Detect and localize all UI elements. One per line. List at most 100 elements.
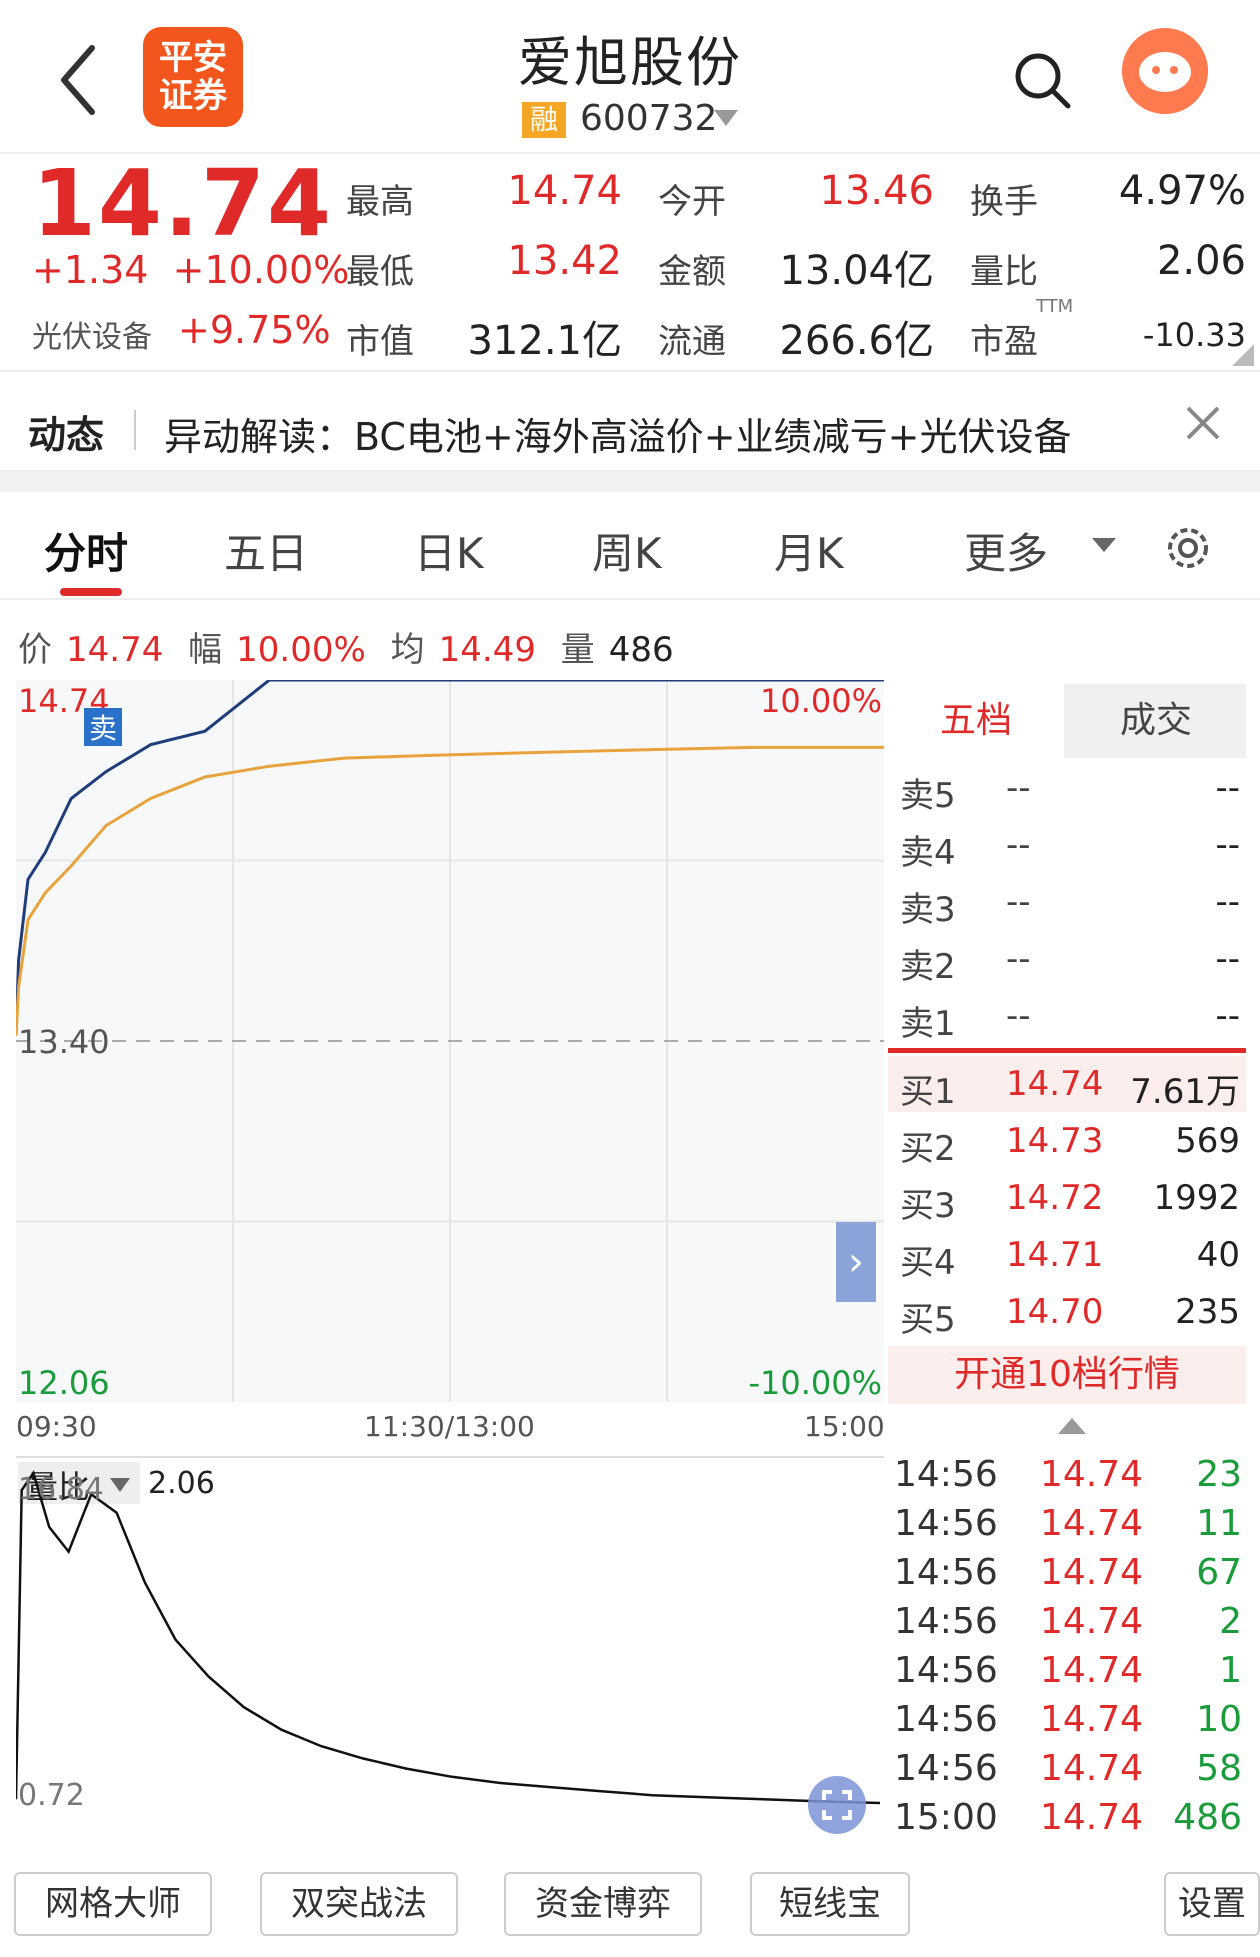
back-icon[interactable] <box>50 40 110 120</box>
tick-vol: 67 <box>1196 1552 1242 1593</box>
tab-trades[interactable]: 成交 <box>1068 684 1244 758</box>
level-label: 买5 <box>900 1300 956 1340</box>
level-price: -- <box>1006 882 1031 922</box>
tab-monthly-k[interactable]: 月K <box>774 520 844 581</box>
quote-label: 换手 <box>970 182 1038 222</box>
unlock-level10-button[interactable]: 开通10档行情 <box>888 1346 1246 1404</box>
buy-level-row[interactable]: 买4 14.71 40 <box>888 1227 1246 1283</box>
assistant-icon[interactable] <box>1122 28 1208 114</box>
fund-game-button[interactable]: 资金博弈 <box>504 1872 702 1936</box>
tick-price: 14.74 <box>1040 1454 1144 1495</box>
short-line-button[interactable]: 短线宝 <box>750 1872 910 1936</box>
level-price: -- <box>1006 768 1031 808</box>
sell-level-row[interactable]: 卖5 -- -- <box>888 760 1246 816</box>
double-break-button[interactable]: 双突战法 <box>260 1872 458 1936</box>
change-amount: +1.34 <box>32 248 149 292</box>
tick-row: 14:56 14.74 11 <box>888 1503 1246 1549</box>
tab-underline <box>60 588 122 596</box>
intraday-price-chart[interactable]: 14.74 10.00%13.4012.06 -10.00%卖 <box>16 680 884 1402</box>
tab-weekly-k[interactable]: 周K <box>592 520 662 581</box>
sell-level-row[interactable]: 卖4 -- -- <box>888 817 1246 873</box>
buy-level-row[interactable]: 买2 14.73 569 <box>888 1113 1246 1169</box>
tick-row: 15:00 14.74 486 <box>888 1797 1246 1843</box>
level-label: 卖2 <box>900 947 956 987</box>
tick-row: 14:56 14.74 10 <box>888 1699 1246 1745</box>
chevron-right-icon[interactable]: › <box>836 1222 876 1302</box>
chevron-up-icon[interactable] <box>1058 1418 1086 1434</box>
quote-label: 最高 <box>346 182 414 222</box>
section-gap <box>0 470 1260 492</box>
level-label: 买1 <box>900 1072 956 1112</box>
order-book-divider <box>888 1048 1246 1053</box>
time-label-midday: 11:30/13:00 <box>364 1410 535 1443</box>
buy-level-row[interactable]: 买3 14.72 1992 <box>888 1170 1246 1226</box>
sector-change: +9.75% <box>178 308 331 352</box>
news-text[interactable]: 异动解读：BC电池+海外高溢价+业绩减亏+光伏设备 <box>164 406 1071 461</box>
y-label-prev-close: 13.40 <box>18 1023 110 1061</box>
price-change: +1.34 +10.00% <box>32 248 349 292</box>
sell-level-row[interactable]: 卖1 -- -- <box>888 988 1246 1044</box>
level-price: -- <box>1006 996 1031 1036</box>
quote-label: 流通 <box>658 322 726 362</box>
quote-label: 市盈 <box>970 322 1038 362</box>
tick-row: 14:56 14.74 23 <box>888 1454 1246 1500</box>
quote-label: 今开 <box>658 182 726 222</box>
average-value: 14.49 <box>438 630 536 670</box>
change-percent: +10.00% <box>172 248 350 292</box>
tick-time: 14:56 <box>894 1454 998 1495</box>
fullscreen-icon[interactable] <box>808 1776 866 1834</box>
stock-code[interactable]: 600732 <box>580 98 717 139</box>
settings-button[interactable]: 设置 <box>1164 1872 1260 1936</box>
tab-more[interactable]: 更多 <box>964 520 1048 581</box>
current-price: 14.74 <box>32 150 334 257</box>
tick-vol: 23 <box>1196 1454 1242 1495</box>
chevron-down-icon[interactable] <box>1092 538 1116 552</box>
tick-time: 14:56 <box>894 1552 998 1593</box>
level-price: 14.74 <box>1006 1064 1104 1104</box>
search-icon[interactable] <box>1010 48 1074 112</box>
chart-info-line: 价 14.74 幅 10.00% 均 14.49 量 486 <box>18 622 688 671</box>
buy-level-row[interactable]: 买5 14.70 235 <box>888 1284 1246 1340</box>
level-volume: 235 <box>1175 1292 1240 1332</box>
buy-level-row[interactable]: 买1 14.74 7.61万 <box>888 1056 1246 1112</box>
tick-vol: 10 <box>1196 1699 1242 1740</box>
quote-value: 14.74 <box>507 168 622 214</box>
chevron-down-icon[interactable] <box>714 110 738 126</box>
tick-price: 14.74 <box>1040 1552 1144 1593</box>
tick-time: 14:56 <box>894 1699 998 1740</box>
quote-value: 13.42 <box>507 238 622 284</box>
sector-name[interactable]: 光伏设备 <box>32 312 152 356</box>
tab-intraday[interactable]: 分时 <box>44 520 128 581</box>
level-label: 卖5 <box>900 776 956 816</box>
level-label: 卖3 <box>900 890 956 930</box>
tab-daily-k[interactable]: 日K <box>414 520 484 581</box>
ttm-superscript: TTM <box>1036 296 1074 317</box>
tick-row: 14:56 14.74 67 <box>888 1552 1246 1598</box>
tick-price: 14.74 <box>1040 1503 1144 1544</box>
level-price: 14.70 <box>1006 1292 1104 1332</box>
level-price: -- <box>1006 939 1031 979</box>
quote-value: 13.46 <box>819 168 934 214</box>
level-volume: 7.61万 <box>1130 1072 1240 1112</box>
volume-ratio-line <box>16 1470 881 1805</box>
level-price: -- <box>1006 825 1031 865</box>
volume-ratio-chart[interactable]: 16.84 0.72 <box>16 1455 884 1845</box>
close-icon[interactable] <box>1178 398 1228 448</box>
tick-vol: 486 <box>1173 1797 1242 1838</box>
sell-level-row[interactable]: 卖2 -- -- <box>888 931 1246 987</box>
tick-time: 15:00 <box>894 1797 998 1838</box>
news-separator <box>134 410 136 450</box>
quote-value: 266.6亿 <box>779 318 934 364</box>
tick-vol: 11 <box>1196 1503 1242 1544</box>
tab-five-level[interactable]: 五档 <box>888 684 1064 758</box>
expand-corner-icon[interactable] <box>1232 344 1254 366</box>
tick-price: 14.74 <box>1040 1650 1144 1691</box>
tick-time: 14:56 <box>894 1503 998 1544</box>
tick-price: 14.74 <box>1040 1699 1144 1740</box>
tick-row: 14:56 14.74 2 <box>888 1601 1246 1647</box>
sell-level-row[interactable]: 卖3 -- -- <box>888 874 1246 930</box>
tab-five-day[interactable]: 五日 <box>224 520 308 581</box>
gear-icon[interactable] <box>1160 520 1216 576</box>
grid-master-button[interactable]: 网格大师 <box>14 1872 212 1936</box>
y-label-max: 16.84 <box>18 1472 104 1507</box>
